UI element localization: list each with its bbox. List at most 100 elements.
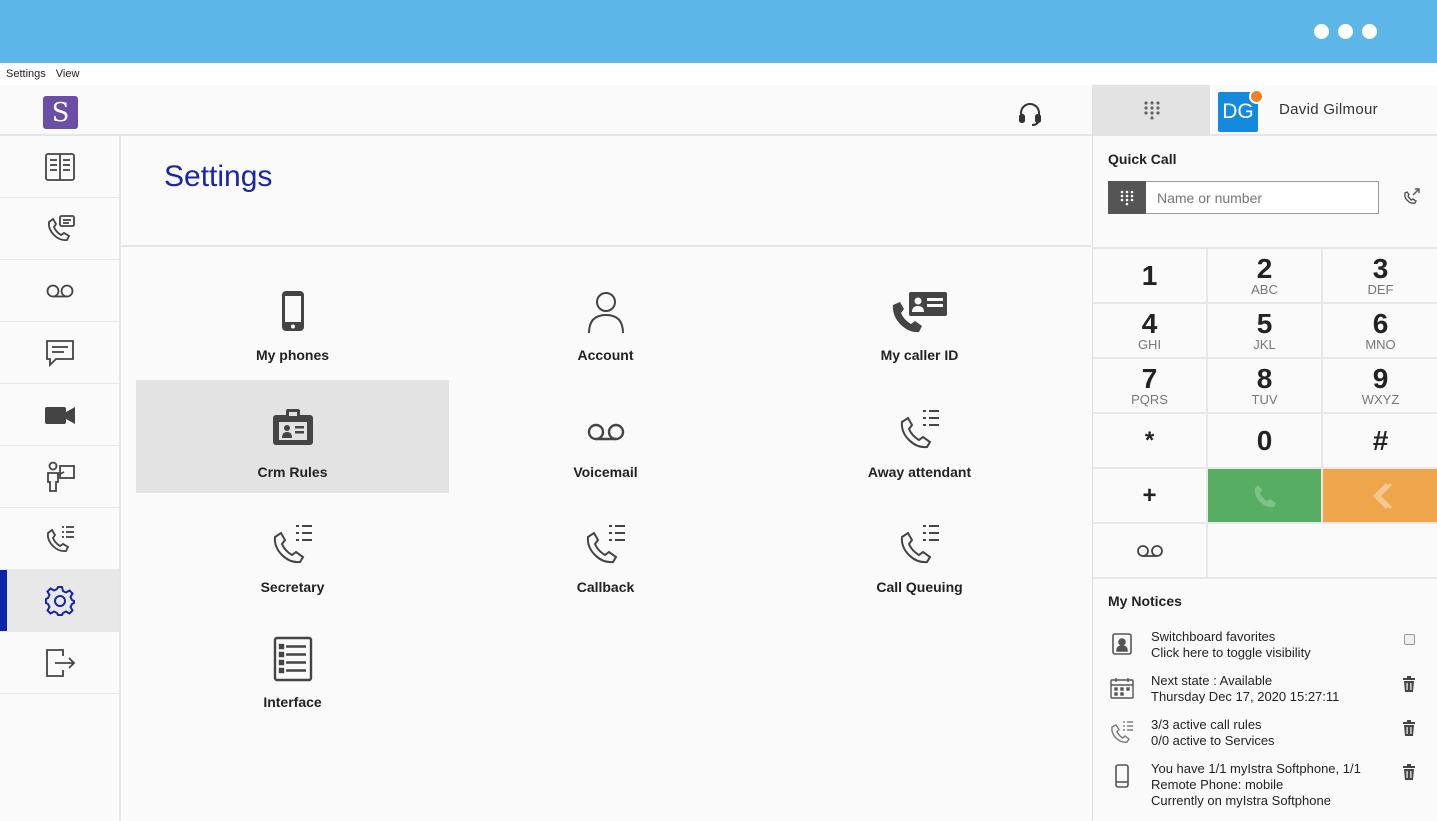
tile-label: My phones — [255, 347, 330, 363]
sidebar-item-voicemail[interactable] — [0, 260, 119, 322]
trash-icon[interactable] — [1401, 675, 1417, 693]
tile-label: Account — [577, 347, 634, 363]
tile-my-phones[interactable]: My phones — [136, 263, 449, 376]
key-7[interactable]: 7 PQRS — [1093, 359, 1208, 414]
quick-call-title: Quick Call — [1108, 151, 1177, 167]
tile-account[interactable]: Account — [449, 263, 762, 376]
key-letters: DEF — [1367, 281, 1394, 297]
key-digit: 2 — [1256, 252, 1273, 284]
page-header: Settings — [121, 136, 1091, 247]
key-digit: 9 — [1372, 362, 1389, 394]
keypad-toggle-tab[interactable] — [1093, 85, 1210, 136]
notice-line: Next state : Available — [1151, 673, 1273, 688]
notice-line: Switchboard favorites — [1151, 629, 1276, 644]
key-letters: TUV — [1251, 391, 1278, 407]
sidebar-item-chat[interactable] — [0, 322, 119, 384]
voicemail-icon — [46, 284, 73, 297]
phone-icon — [1254, 484, 1276, 507]
user-name[interactable]: David Gilmour — [1279, 101, 1378, 118]
notice-line: You have 1/1 myIstra Softphone, 1/1 — [1151, 761, 1361, 776]
notice-text: 3/3 active call rules 0/0 active to Serv… — [1151, 717, 1391, 749]
directory-book-icon — [44, 152, 75, 181]
sidebar — [0, 136, 121, 821]
keypad-icon — [1143, 100, 1160, 120]
tile-away-attendant[interactable]: Away attendant — [763, 380, 1076, 493]
call-button[interactable] — [1208, 469, 1323, 524]
key-0[interactable]: 0 — [1208, 414, 1323, 469]
right-panel-header: DG David Gilmour — [1093, 85, 1437, 136]
key-8[interactable]: 8 TUV — [1208, 359, 1323, 414]
key-digit: # — [1372, 424, 1389, 456]
chevron-left-icon — [1372, 482, 1392, 509]
page-title: Settings — [164, 160, 273, 193]
key-digit: 8 — [1256, 362, 1273, 394]
menu-bar: Settings View — [0, 63, 1437, 85]
key-2[interactable]: 2 ABC — [1208, 249, 1323, 304]
key-1[interactable]: 1 — [1093, 249, 1208, 304]
keypad-empty-area — [1208, 524, 1437, 579]
avatar-initials: DG — [1222, 100, 1254, 123]
crm-badge-icon — [272, 409, 313, 445]
sidebar-item-settings[interactable] — [0, 570, 119, 632]
key-5[interactable]: 5 JKL — [1208, 304, 1323, 359]
notice-text: Next state : Available Thursday Dec 17, … — [1151, 673, 1391, 705]
tile-callback[interactable]: Callback — [449, 495, 762, 608]
key-9[interactable]: 9 WXYZ — [1323, 359, 1437, 414]
key-star[interactable]: * — [1093, 414, 1208, 469]
trash-icon[interactable] — [1401, 719, 1417, 737]
key-letters: MNO — [1365, 336, 1396, 352]
backspace-button[interactable] — [1323, 469, 1437, 524]
key-hash[interactable]: # — [1323, 414, 1437, 469]
sidebar-item-logout[interactable] — [0, 632, 119, 694]
key-plus[interactable]: + — [1093, 469, 1208, 524]
dial-out-icon[interactable] — [1402, 186, 1422, 206]
menu-view[interactable]: View — [56, 68, 80, 80]
quick-call-keypad-button[interactable] — [1108, 181, 1146, 214]
key-6[interactable]: 6 MNO — [1323, 304, 1437, 359]
key-digit: 3 — [1372, 252, 1389, 284]
tile-interface[interactable]: Interface — [136, 610, 449, 723]
quick-call-row — [1108, 181, 1379, 214]
right-panel: DG David Gilmour Quick Call 1 2ABC 3DEF … — [1092, 85, 1437, 821]
phone-list-icon — [46, 525, 74, 552]
notice-line: Thursday Dec 17, 2020 15:27:11 — [1151, 689, 1340, 704]
caller-id-icon — [892, 292, 947, 333]
calendar-icon — [1110, 678, 1134, 699]
visibility-checkbox[interactable] — [1404, 634, 1415, 645]
sidebar-item-directory[interactable] — [0, 136, 119, 198]
notice-line: 3/3 active call rules — [1151, 717, 1262, 732]
sidebar-item-video[interactable] — [0, 384, 119, 446]
sidebar-item-presenter[interactable] — [0, 446, 119, 508]
sidebar-item-call-rules[interactable] — [0, 508, 119, 570]
trash-icon[interactable] — [1401, 763, 1417, 781]
tile-call-queuing[interactable]: Call Queuing — [763, 495, 1076, 608]
window-dot-icon[interactable] — [1362, 24, 1377, 39]
key-4[interactable]: 4 GHI — [1093, 304, 1208, 359]
window-controls[interactable] — [1314, 24, 1377, 39]
headset-icon[interactable] — [1017, 101, 1043, 127]
phone-card-icon — [47, 214, 75, 241]
key-3[interactable]: 3 DEF — [1323, 249, 1437, 304]
tile-label: Secretary — [260, 579, 325, 595]
menu-settings[interactable]: Settings — [6, 68, 46, 80]
tile-label: My caller ID — [880, 347, 959, 363]
app-logo[interactable]: S — [43, 96, 78, 129]
tile-voicemail[interactable]: Voicemail — [449, 380, 762, 493]
notice-text: You have 1/1 myIstra Softphone, 1/1 Remo… — [1151, 761, 1391, 809]
tile-my-caller-id[interactable]: My caller ID — [763, 263, 1076, 376]
window-titlebar — [0, 0, 1437, 63]
sidebar-item-calls[interactable] — [0, 198, 119, 260]
key-letters: ABC — [1251, 281, 1278, 297]
tile-secretary[interactable]: Secretary — [136, 495, 449, 608]
window-dot-icon[interactable] — [1314, 24, 1329, 39]
presenter-icon — [46, 461, 75, 492]
quick-call-input[interactable] — [1146, 181, 1379, 214]
key-digit: 4 — [1141, 307, 1158, 339]
phone-list-icon — [900, 410, 939, 449]
tile-crm-rules[interactable]: Crm Rules — [136, 380, 449, 493]
voicemail-key[interactable] — [1093, 524, 1208, 579]
tile-label: Away attendant — [867, 464, 972, 480]
window-dot-icon[interactable] — [1338, 24, 1353, 39]
phone-list-icon — [900, 525, 939, 564]
contact-card-icon — [1112, 633, 1132, 655]
